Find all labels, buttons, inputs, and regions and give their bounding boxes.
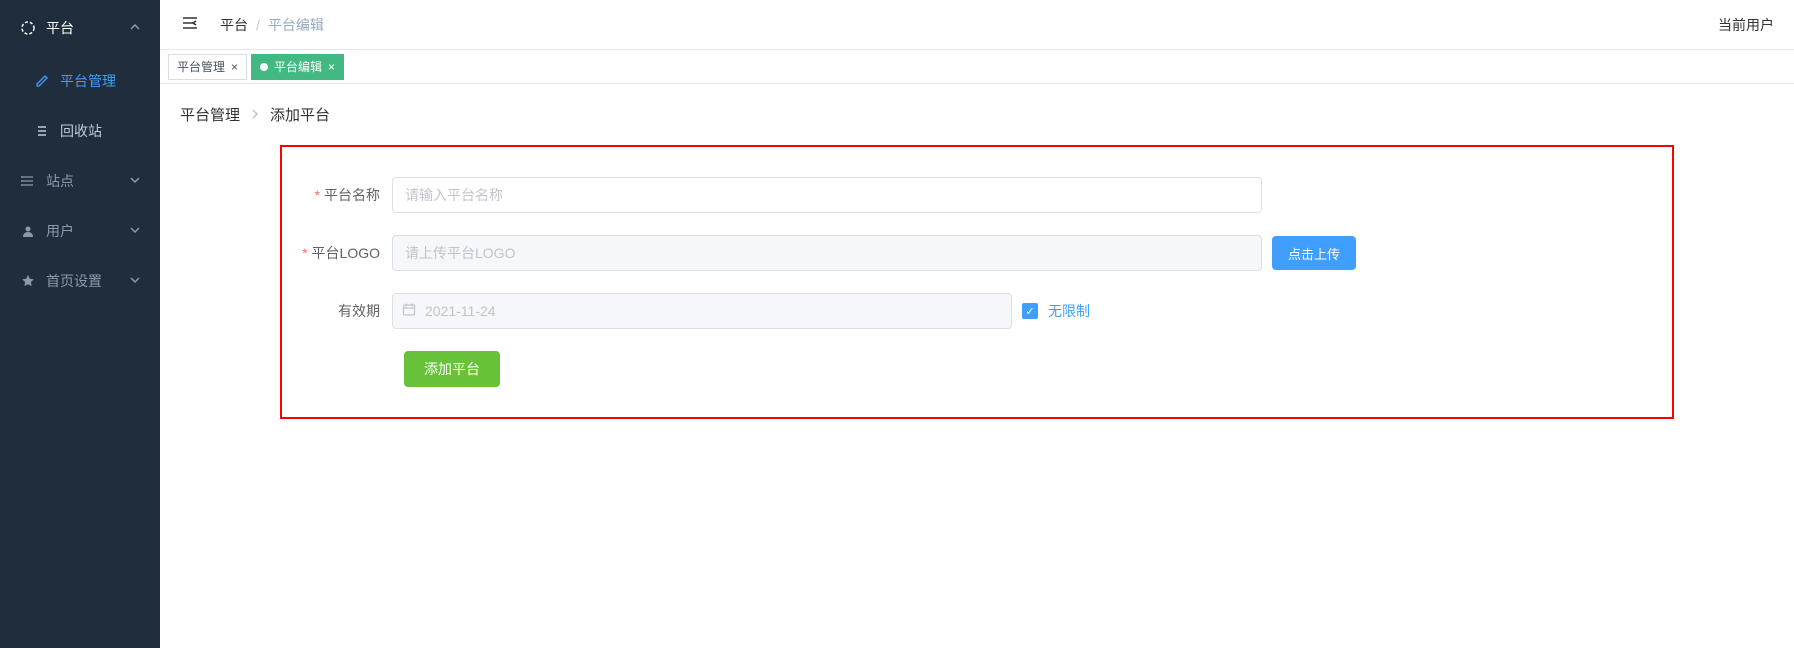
- logo-label: *平台LOGO: [302, 243, 392, 263]
- list-icon: [34, 123, 50, 139]
- form-row-logo: *平台LOGO 点击上传: [302, 235, 1652, 271]
- sidebar-item-recycle[interactable]: 回收站: [0, 106, 160, 156]
- breadcrumb: 平台 / 平台编辑: [220, 15, 324, 35]
- tab-label: 平台编辑: [274, 58, 322, 75]
- inner-breadcrumb: 平台管理 添加平台: [180, 104, 1774, 125]
- tabs-row: 平台管理 × 平台编辑 ×: [160, 50, 1794, 84]
- logo-input: [392, 235, 1262, 271]
- submit-row: 添加平台: [404, 351, 1652, 387]
- content: 平台管理 添加平台 *平台名称 *平台LOGO 点击上传: [160, 84, 1794, 439]
- inner-breadcrumb-first[interactable]: 平台管理: [180, 104, 240, 125]
- tab-label: 平台管理: [177, 58, 225, 75]
- menu-group-label: 首页设置: [46, 271, 102, 291]
- chevron-down-icon: [130, 274, 140, 288]
- breadcrumb-root[interactable]: 平台: [220, 15, 248, 35]
- menu-group-platform[interactable]: 平台: [0, 0, 160, 56]
- expiry-label: 有效期: [302, 301, 392, 321]
- menu-group-user[interactable]: 用户: [0, 206, 160, 256]
- chevron-down-icon: [130, 224, 140, 238]
- expiry-input[interactable]: [392, 293, 1012, 329]
- hamburger-toggle[interactable]: [180, 13, 200, 36]
- unlimited-checkbox[interactable]: ✓: [1022, 303, 1038, 319]
- form-box: *平台名称 *平台LOGO 点击上传 有效期: [280, 145, 1674, 419]
- submenu-platform: 平台管理 回收站: [0, 56, 160, 156]
- form-row-expiry: 有效期 ✓ 无限制: [302, 293, 1652, 329]
- tab-platform-edit[interactable]: 平台编辑 ×: [251, 54, 344, 80]
- close-icon[interactable]: ×: [328, 60, 335, 74]
- upload-button[interactable]: 点击上传: [1272, 236, 1356, 270]
- chevron-up-icon: [130, 21, 140, 35]
- chevron-down-icon: [130, 174, 140, 188]
- calendar-icon: [402, 303, 416, 320]
- sidebar-item-platform-manage[interactable]: 平台管理: [0, 56, 160, 106]
- current-user-label[interactable]: 当前用户: [1718, 15, 1774, 35]
- tab-platform-manage[interactable]: 平台管理 ×: [168, 54, 247, 80]
- platform-icon: [20, 20, 36, 36]
- name-label: *平台名称: [302, 185, 392, 205]
- star-icon: [20, 273, 36, 289]
- breadcrumb-separator: /: [256, 17, 260, 33]
- active-dot-icon: [260, 63, 268, 71]
- submit-button[interactable]: 添加平台: [404, 351, 500, 387]
- sidebar: 平台 平台管理 回收站: [0, 0, 160, 648]
- menu-group-label: 平台: [46, 18, 74, 38]
- menu-group-homepage[interactable]: 首页设置: [0, 256, 160, 306]
- sidebar-item-label: 回收站: [60, 121, 102, 141]
- form-row-name: *平台名称: [302, 177, 1652, 213]
- breadcrumb-current: 平台编辑: [268, 15, 324, 35]
- menu-group-site[interactable]: 站点: [0, 156, 160, 206]
- main: 平台 / 平台编辑 当前用户 平台管理 × 平台编辑 × 平台管理: [160, 0, 1794, 648]
- topbar: 平台 / 平台编辑 当前用户: [160, 0, 1794, 50]
- edit-icon: [34, 73, 50, 89]
- user-icon: [20, 223, 36, 239]
- unlimited-label[interactable]: 无限制: [1048, 301, 1090, 321]
- inner-breadcrumb-second: 添加平台: [270, 104, 330, 125]
- menu-group-label: 站点: [46, 171, 74, 191]
- close-icon[interactable]: ×: [231, 60, 238, 74]
- name-input[interactable]: [392, 177, 1262, 213]
- sidebar-item-label: 平台管理: [60, 71, 116, 91]
- menu-group-label: 用户: [46, 221, 74, 241]
- chevron-right-icon: [250, 107, 260, 122]
- site-icon: [20, 173, 36, 189]
